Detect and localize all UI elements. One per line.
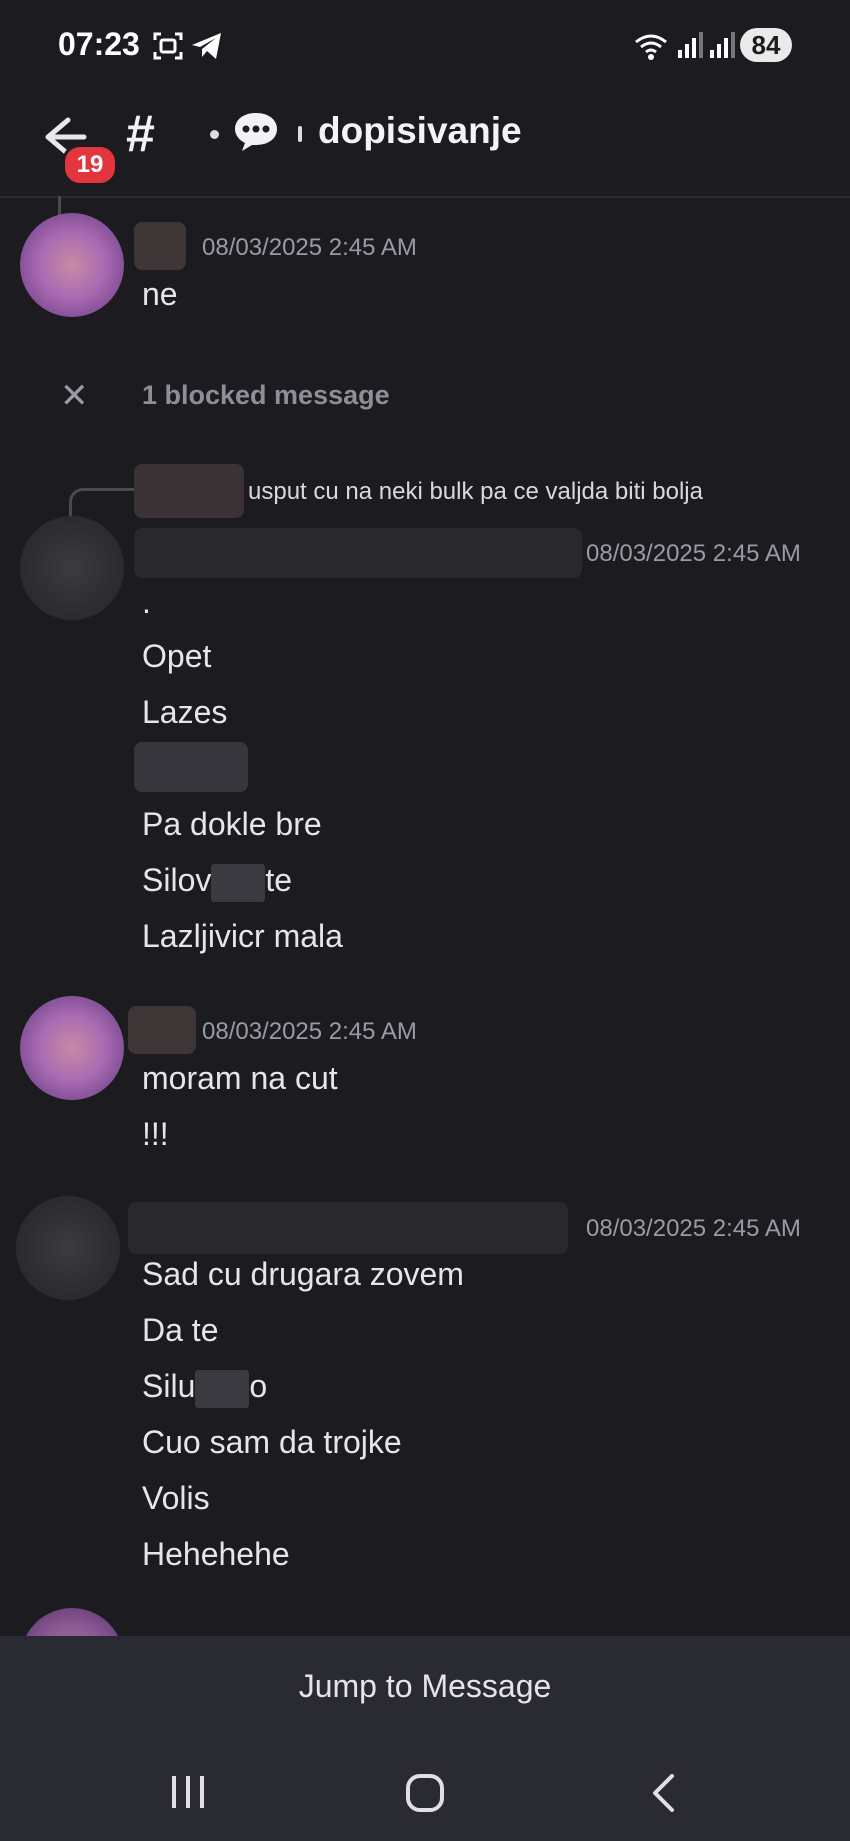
jump-to-message-bar[interactable]: Jump to Message [0,1636,850,1740]
avatar[interactable] [20,996,124,1100]
separator-dot [210,130,219,139]
username-redacted[interactable] [134,222,186,270]
channel-header: 19 # dopisivanje [0,92,850,198]
status-bar: 07:23 84 [0,0,850,90]
signal-icon [678,32,703,58]
message-timestamp: 08/03/2025 2:45 AM [586,540,801,567]
recent-apps-icon[interactable] [168,1774,208,1810]
system-nav-bar [0,1740,850,1841]
separator-tick [298,126,302,142]
back-icon[interactable] [648,1772,678,1814]
speech-bubble-icon [235,113,277,151]
reply-connector [69,488,134,519]
message-text: !!! [142,1116,169,1152]
message-text: Hehehehe [142,1536,290,1572]
username-redacted[interactable] [128,1202,568,1254]
text-fragment: Silov [142,862,212,898]
jump-to-message-button[interactable]: Jump to Message [0,1668,850,1705]
signal-icon [710,32,735,58]
home-icon[interactable] [404,1772,446,1814]
message-timestamp: 08/03/2025 2:45 AM [202,234,417,261]
avatar[interactable] [20,213,124,317]
message-text: Volis [142,1480,210,1516]
message-timestamp: 08/03/2025 2:45 AM [586,1215,801,1242]
battery-indicator: 84 [740,28,792,62]
blocked-message-label[interactable]: 1 blocked message [142,380,390,411]
message-text: Lazljivicr mala [142,918,343,954]
redaction [195,1369,250,1408]
channel-hash-icon: # [126,105,155,163]
message-text: Silu o [142,1368,267,1408]
text-fragment: te [265,862,293,898]
telegram-icon [192,33,221,59]
message-text: Silov te [142,862,292,902]
message-text: Pa dokle bre [142,806,322,842]
message-text: Sad cu drugara zovem [142,1256,464,1292]
unread-badge: 19 [62,144,118,186]
avatar[interactable] [16,1196,120,1300]
text-fragment: o [249,1368,268,1404]
message-text: ne [142,276,178,312]
wifi-icon [635,34,667,60]
redaction [211,863,266,902]
message-timestamp: 08/03/2025 2:45 AM [202,1018,417,1045]
username-redacted[interactable] [134,528,582,578]
username-redacted[interactable] [128,1006,196,1054]
text-fragment: Silu [142,1368,196,1404]
close-icon[interactable]: ✕ [60,376,89,416]
message-text: Opet [142,638,212,674]
message-text: Cuo sam da trojke [142,1424,402,1460]
message-text: moram na cut [142,1060,338,1096]
message-text: Lazes [142,694,228,730]
channel-name[interactable]: dopisivanje [318,110,522,152]
message-text: Da te [142,1312,219,1348]
avatar[interactable] [20,516,124,620]
thread-line [58,196,61,216]
status-time: 07:23 [58,26,140,62]
message-text: . [142,584,151,620]
reply-username-redacted[interactable] [134,464,244,518]
redacted-text [134,742,248,792]
screenshot-icon [153,32,183,60]
reply-preview[interactable]: usput cu na neki bulk pa ce valjda biti … [248,478,703,506]
